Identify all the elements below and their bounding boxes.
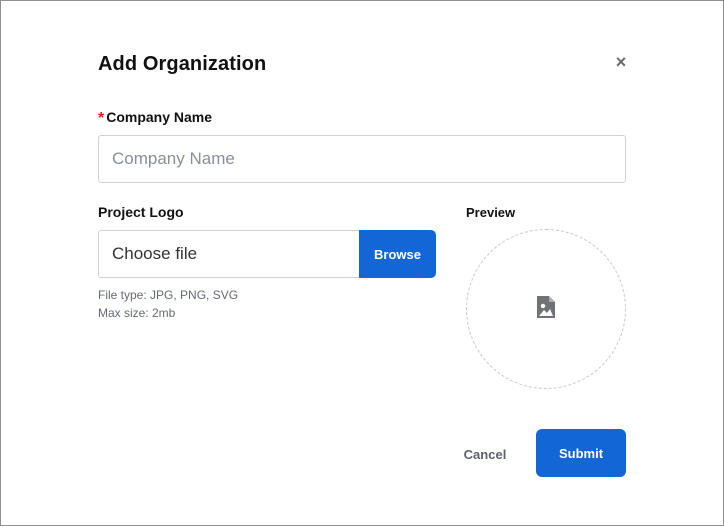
image-placeholder-icon: [535, 295, 557, 324]
close-icon[interactable]: ×: [610, 51, 632, 73]
add-organization-dialog: Add Organization × * Company Name Projec…: [0, 0, 724, 526]
cancel-button[interactable]: Cancel: [449, 438, 521, 470]
file-type-hint: File type: JPG, PNG, SVG: [98, 288, 239, 302]
project-logo-label: Project Logo: [98, 204, 184, 220]
file-picker: Choose file Browse: [98, 230, 436, 278]
logo-preview: [466, 229, 626, 389]
dialog-title: Add Organization: [98, 53, 267, 75]
submit-button[interactable]: Submit: [536, 429, 626, 477]
choose-file-field[interactable]: Choose file: [98, 230, 359, 278]
preview-label: Preview: [466, 205, 516, 220]
company-name-label-text: Company Name: [106, 109, 213, 125]
max-size-hint: Max size: 2mb: [98, 306, 176, 320]
company-name-label: * Company Name: [98, 109, 212, 129]
company-name-input[interactable]: [98, 135, 626, 183]
required-marker: *: [98, 110, 105, 127]
browse-button[interactable]: Browse: [359, 230, 436, 278]
